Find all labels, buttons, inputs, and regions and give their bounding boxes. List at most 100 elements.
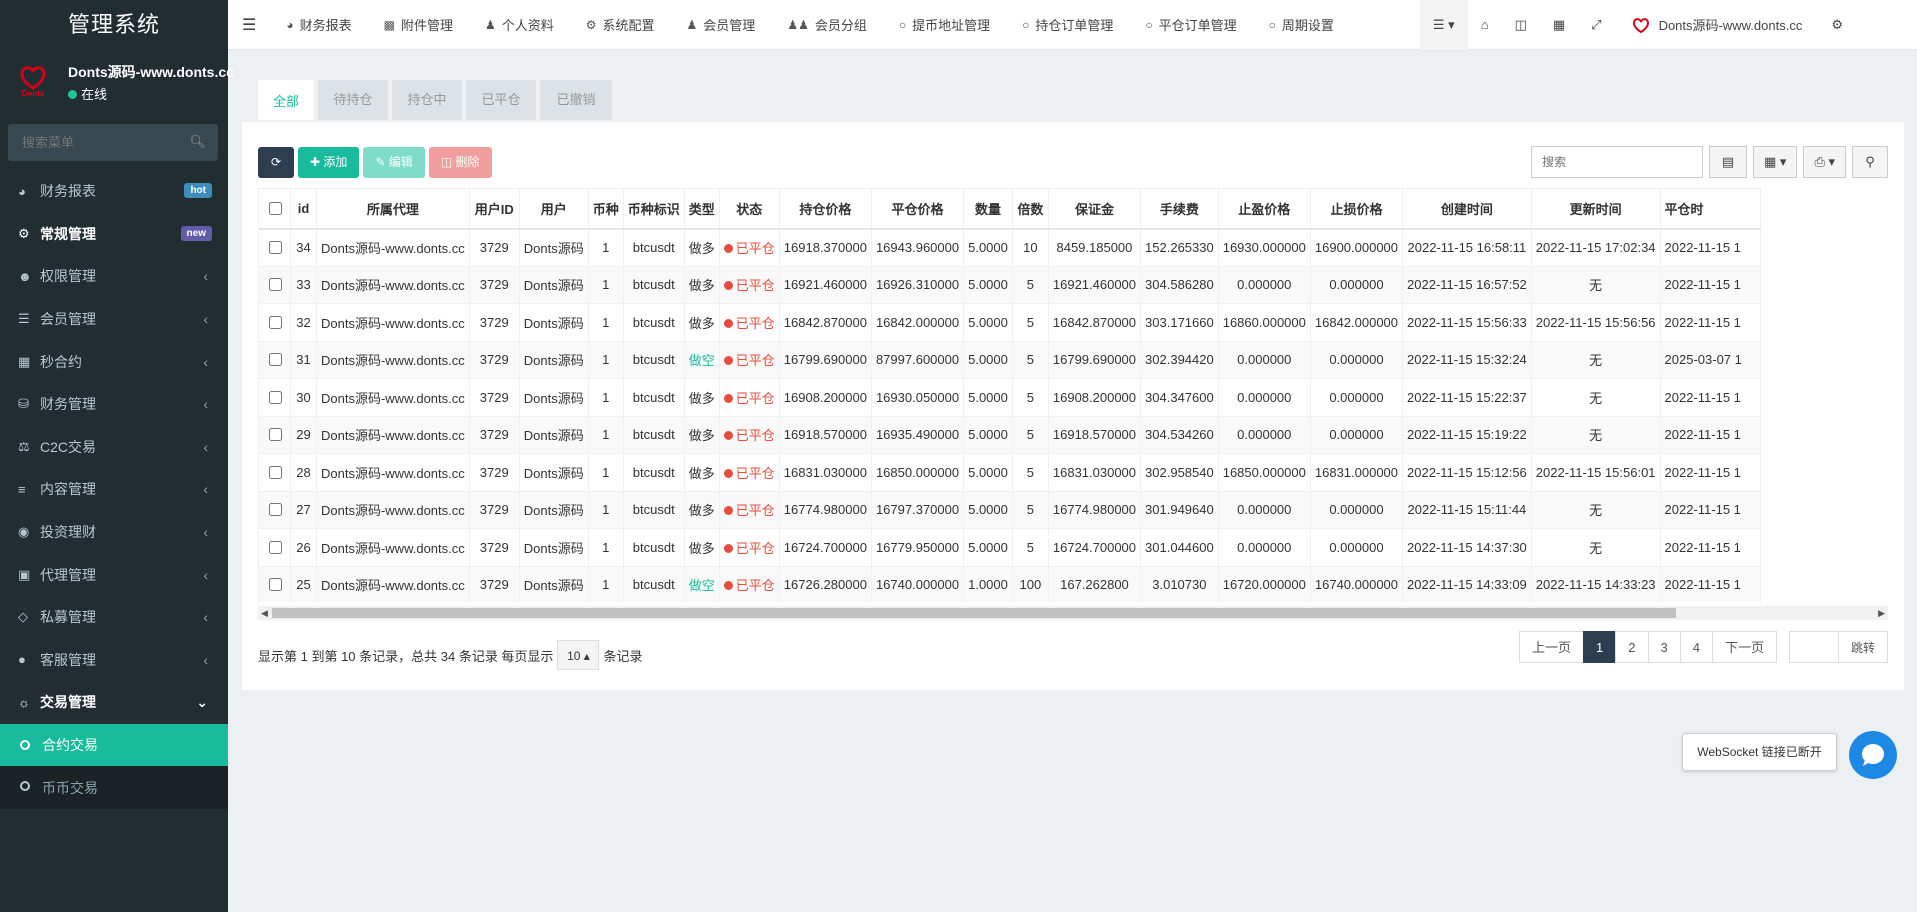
nav-tab-member-groups[interactable]: ♟♟ 会员分组 — [771, 0, 883, 50]
sidebar-item-agent[interactable]: ▣ 代理管理 ‹ — [0, 553, 228, 596]
column-header[interactable]: 更新时间 — [1530, 188, 1661, 230]
sidebar-item-finance[interactable]: ⛁ 财务管理 ‹ — [0, 383, 228, 426]
column-header[interactable]: 用户ID — [468, 188, 520, 230]
table-row[interactable]: 26 Donts源码-www.donts.cc 3729 Donts源码 1 btcusd… — [258, 528, 1761, 567]
page-button[interactable]: 4 — [1679, 631, 1713, 663]
sidebar-item-support[interactable]: ● 客服管理 ‹ — [0, 639, 228, 682]
column-header[interactable]: 保证金 — [1047, 188, 1142, 230]
tab-closed[interactable]: 已平仓 — [466, 80, 536, 120]
page-button[interactable]: 3 — [1647, 631, 1681, 663]
column-header[interactable]: 平仓价格 — [870, 188, 965, 230]
refresh-button[interactable]: ⟳ — [258, 147, 294, 178]
export-button[interactable]: ⎙ ▾ — [1803, 146, 1846, 178]
column-header[interactable]: 倍数 — [1011, 188, 1049, 230]
app-brand[interactable]: 管理系统 — [0, 0, 228, 50]
table-row[interactable]: 25 Donts源码-www.donts.cc 3729 Donts源码 1 btcusd… — [258, 565, 1761, 602]
row-checkbox[interactable] — [268, 428, 282, 442]
table-row[interactable]: 30 Donts源码-www.donts.cc 3729 Donts源码 1 btcusd… — [258, 378, 1761, 417]
table-row[interactable]: 31 Donts源码-www.donts.cc 3729 Donts源码 1 btcusd… — [258, 340, 1761, 379]
search-icon[interactable]: 🔍︎ — [189, 134, 206, 150]
tab-holding[interactable]: 持仓中 — [392, 80, 462, 120]
home-icon[interactable]: ⌂ — [1468, 0, 1502, 50]
tab-pending[interactable]: 待持仓 — [318, 80, 388, 120]
sidebar-item-members[interactable]: ☰ 会员管理 ‹ — [0, 298, 228, 341]
nav-tab-attachments[interactable]: ▩ 附件管理 — [368, 0, 469, 50]
column-header[interactable]: 止损价格 — [1309, 188, 1404, 230]
column-header[interactable]: 类型 — [683, 188, 720, 230]
add-button[interactable]: ✚ 添加 — [298, 147, 360, 178]
sidebar-item-coin-trade[interactable]: 币币交易 — [0, 766, 228, 809]
row-checkbox[interactable] — [268, 578, 282, 592]
row-checkbox[interactable] — [268, 278, 282, 292]
table-row[interactable]: 27 Donts源码-www.donts.cc 3729 Donts源码 1 btcusd… — [258, 490, 1761, 529]
edit-button[interactable]: ✎ 编辑 — [363, 147, 425, 178]
column-header[interactable]: 平仓时 — [1659, 188, 1761, 230]
sidebar-item-private[interactable]: ◇ 私募管理 ‹ — [0, 596, 228, 639]
advanced-search-button[interactable]: ⚲ — [1852, 146, 1888, 178]
sidebar-toggle-icon[interactable]: ☰ — [228, 0, 270, 50]
nav-tab-withdraw-address[interactable]: ○ 提币地址管理 — [883, 0, 1006, 50]
nav-tab-finance-report[interactable]: ◕ 财务报表 — [270, 0, 367, 50]
nav-tab-close-orders[interactable]: ○ 平仓订单管理 — [1129, 0, 1252, 50]
scrollbar-thumb[interactable] — [272, 608, 1676, 618]
table-row[interactable]: 33 Donts源码-www.donts.cc 3729 Donts源码 1 btcusd… — [258, 265, 1761, 304]
table-search-input[interactable] — [1531, 146, 1704, 178]
row-checkbox[interactable] — [268, 540, 282, 554]
site-link[interactable]: Donts源码-www.donts.cc — [1615, 0, 1819, 50]
table-row[interactable]: 29 Donts源码-www.donts.cc 3729 Donts源码 1 btcusd… — [258, 415, 1761, 454]
settings-gear-icon[interactable]: ⚙ — [1818, 0, 1856, 50]
row-checkbox[interactable] — [268, 241, 282, 254]
row-checkbox[interactable] — [268, 315, 282, 329]
scroll-left-icon[interactable]: ◀ — [261, 606, 268, 620]
chat-button[interactable] — [1849, 731, 1897, 779]
next-page-button[interactable]: 下一页 — [1711, 631, 1777, 663]
sidebar-item-investment[interactable]: ◉ 投资理财 ‹ — [0, 511, 228, 554]
column-header[interactable]: id — [290, 188, 317, 230]
fullscreen-icon[interactable]: ⤢ — [1578, 0, 1614, 50]
toggle-view-button[interactable]: ▤ — [1709, 146, 1748, 178]
columns-button[interactable]: ▦ ▾ — [1753, 146, 1798, 178]
sidebar-item-content[interactable]: ≡ 内容管理 ‹ — [0, 468, 228, 511]
sidebar-search-input[interactable] — [8, 124, 178, 161]
select-all-checkbox[interactable] — [268, 201, 282, 215]
delete-button[interactable]: ◫ 删除 — [428, 147, 492, 178]
column-header[interactable]: 用户 — [518, 188, 589, 230]
page-button[interactable]: 2 — [1615, 631, 1649, 663]
nav-tab-members[interactable]: ♟ 会员管理 — [671, 0, 772, 50]
language-icon[interactable]: ▦ — [1540, 0, 1578, 50]
sidebar-item-finance-report[interactable]: ◕ 财务报表 hot — [0, 170, 228, 213]
column-header[interactable]: 币种 — [587, 188, 624, 230]
table-row[interactable]: 32 Donts源码-www.donts.cc 3729 Donts源码 1 btcusd… — [258, 303, 1761, 342]
column-header[interactable]: 数量 — [963, 188, 1013, 230]
row-checkbox[interactable] — [268, 390, 282, 404]
nav-tab-config[interactable]: ⚙ 系统配置 — [570, 0, 671, 50]
nav-tab-position-orders[interactable]: ○ 持仓订单管理 — [1006, 0, 1129, 50]
sidebar-item-contract-trade[interactable]: 合约交易 — [0, 723, 228, 767]
column-header[interactable]: 币种标识 — [622, 188, 685, 230]
tab-cancelled[interactable]: 已撤销 — [540, 80, 612, 120]
sidebar-item-general[interactable]: ⚙ 常规管理 new — [0, 213, 228, 256]
nav-tab-profile[interactable]: ♟ 个人资料 — [469, 0, 570, 50]
page-button[interactable]: 1 — [1583, 631, 1617, 663]
table-row[interactable]: 28 Donts源码-www.donts.cc 3729 Donts源码 1 btcusd… — [258, 453, 1761, 492]
column-header[interactable]: 止盈价格 — [1217, 188, 1311, 230]
page-size-select[interactable]: 10 ▴ — [557, 640, 600, 670]
table-row[interactable]: 34 Donts源码-www.donts.cc 3729 Donts源码 1 btcusd… — [258, 228, 1761, 267]
nav-tabs-dropdown[interactable]: ☰ ▾ — [1419, 0, 1468, 50]
scroll-right-icon[interactable]: ▶ — [1878, 606, 1885, 620]
row-checkbox[interactable] — [268, 465, 282, 479]
tab-all[interactable]: 全部 — [258, 80, 314, 120]
column-header[interactable]: 手续费 — [1140, 188, 1219, 230]
jump-button[interactable]: 跳转 — [1837, 631, 1888, 663]
sidebar-item-trade[interactable]: ☼ 交易管理 ⌄ — [0, 681, 228, 724]
trash-icon[interactable]: ◫ — [1502, 0, 1540, 50]
column-header[interactable]: 所属代理 — [316, 188, 470, 230]
row-checkbox[interactable] — [268, 353, 282, 367]
sidebar-item-permission[interactable]: ☻ 权限管理 ‹ — [0, 255, 228, 298]
column-header[interactable]: 创建时间 — [1402, 188, 1532, 230]
nav-tab-period[interactable]: ○ 周期设置 — [1253, 0, 1350, 50]
jump-page-input[interactable] — [1788, 631, 1839, 663]
horizontal-scrollbar[interactable]: ◀ ▶ — [258, 606, 1888, 620]
column-header[interactable]: 状态 — [718, 188, 780, 230]
sidebar-item-second-contract[interactable]: ▦ 秒合约 ‹ — [0, 340, 228, 383]
